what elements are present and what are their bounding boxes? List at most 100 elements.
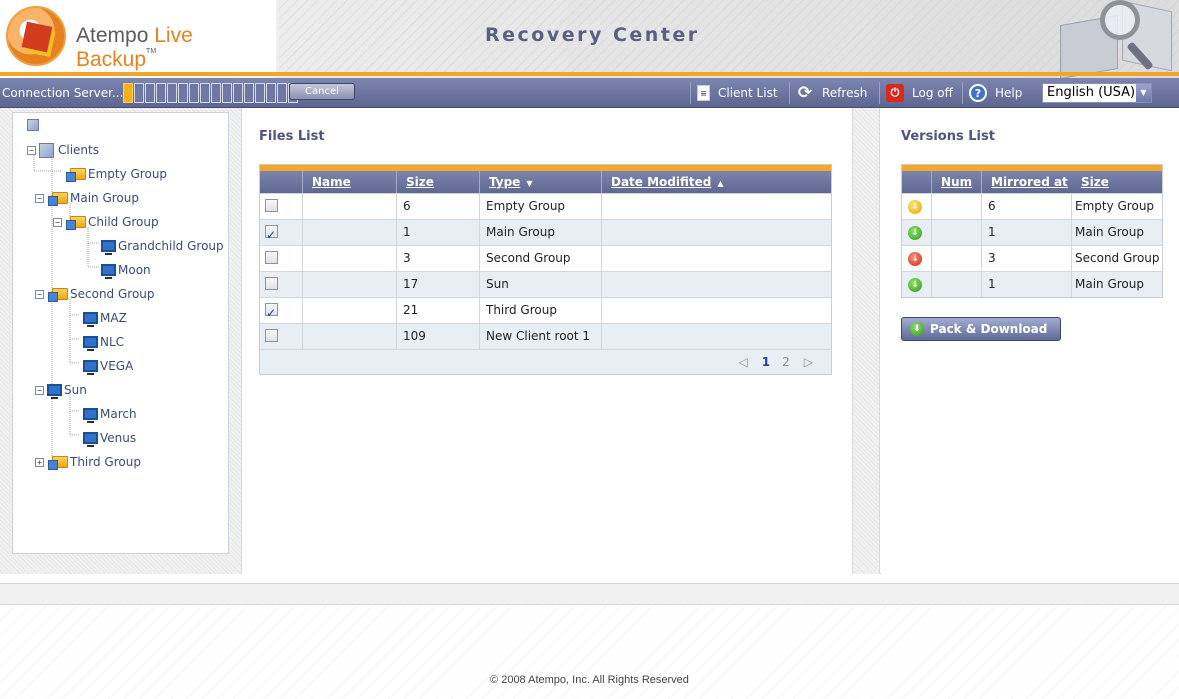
connection-status-label: Connection Server... [2,86,124,100]
tree-node-label: Child Group [88,215,159,229]
column-header-size[interactable]: Size [397,171,480,193]
tree-node-clients[interactable]: − Clients [27,142,99,158]
cancel-button[interactable]: Cancel [289,83,355,100]
progress-segment [266,83,276,103]
expand-icon[interactable]: + [35,457,44,467]
cell-name [303,298,397,323]
row-checkbox[interactable] [265,251,278,264]
table-row[interactable]: 109 New Client root 1 [260,323,831,349]
cell-type: Second Group [480,246,602,271]
client-list-label: Client List [718,86,778,100]
group-folder-icon [48,456,68,470]
client-list-button[interactable]: ≡ Client List [690,82,778,104]
collapse-icon[interactable]: − [35,193,44,203]
column-header-name[interactable]: Name [303,171,397,193]
tree-node-vega[interactable]: VEGA [71,358,133,375]
pane-splitter[interactable] [229,108,241,574]
cell-date [602,324,831,349]
table-row[interactable]: ↓ 1 Main Group [902,271,1162,297]
table-row[interactable]: 6 Empty Group [260,193,831,219]
files-table-body: 6Empty Group1Main Group3Second Group17Su… [260,193,831,349]
tree-node-second-group[interactable]: − Second Group [35,286,155,302]
group-folder-icon [66,168,86,182]
collapse-icon[interactable]: − [35,385,44,395]
progress-segment [277,83,287,103]
pane-splitter-right[interactable] [852,108,880,574]
language-select[interactable]: English (USA) ▼ [1042,83,1152,103]
cell-mirrored-at: 1 [982,220,1072,245]
tree-node-venus[interactable]: Venus [71,430,136,447]
table-row[interactable]: ↓ 3 Second Group [902,245,1162,271]
status-cell: ↓ [902,220,932,245]
table-row[interactable]: 17 Sun [260,271,831,297]
sort-asc-icon: ▲ [717,179,724,188]
tree-node-march[interactable]: March [71,406,137,423]
row-checkbox[interactable] [265,301,278,323]
pack-download-label: Pack & Download [930,322,1048,336]
progress-segment [244,83,254,103]
cell-size: Second Group [1075,251,1160,265]
cell-size: Main Group [1075,277,1144,291]
tree-node-label: Grandchild Group [118,239,224,253]
row-checkbox[interactable] [265,329,278,342]
tree-node-third-group[interactable]: + Third Group [35,454,141,470]
cell-type: Sun [480,272,602,297]
logoff-button[interactable]: ⏻ Log off [879,82,953,104]
tree-node-sun[interactable]: − Sun [35,382,87,399]
client-computer-icon [101,264,116,279]
table-row[interactable]: 21Third Group [260,297,831,323]
column-header-size[interactable]: Size [1072,171,1162,193]
cell-size: 1 [397,220,480,245]
column-header-mirrored-at[interactable]: Mirrored at [982,171,1072,193]
prev-page-icon[interactable]: ◁ [739,355,748,369]
select-cell [260,220,303,245]
row-checkbox[interactable] [265,199,278,212]
row-checkbox[interactable] [265,277,278,290]
table-row[interactable]: ↓ 1 Main Group [902,219,1162,245]
versions-list-title: Versions List [901,129,995,144]
chevron-down-icon: ▼ [1136,84,1151,102]
tree-node-empty-group[interactable]: Empty Group [53,166,167,182]
tree-node-grandchild-group[interactable]: Grandchild Group [89,238,224,255]
tree-root-icon[interactable] [27,117,43,133]
pack-download-button[interactable]: ⬇ Pack & Download [901,317,1061,341]
logo-area: Atempo Live BackupTM [0,0,276,74]
status-bar [0,583,1179,605]
server-icon [27,119,39,131]
collapse-icon[interactable]: − [35,289,44,299]
page-link-1[interactable]: 1 [762,355,770,369]
column-header-type[interactable]: Type ▼ [480,171,602,193]
tree-node-label: Clients [58,143,99,157]
page-link-2[interactable]: 2 [782,355,790,369]
status-cell: ↓ [902,272,932,297]
cell-num [932,272,982,297]
brand-trademark: TM [146,48,157,55]
magnifier-document-icon [1058,0,1178,78]
progress-segment [222,83,232,103]
column-header-date[interactable]: Date Modifited ▲ [602,171,831,193]
next-page-icon[interactable]: ▷ [804,355,813,369]
tree-node-child-group[interactable]: − Child Group [53,214,159,230]
tree-node-nlc[interactable]: NLC [71,334,124,351]
cell-date [602,272,831,297]
tree-node-label: Main Group [70,191,139,205]
refresh-button[interactable]: ⟳ Refresh [789,82,867,104]
help-button[interactable]: ? Help [962,82,1022,104]
column-header-num[interactable]: Num [932,171,982,193]
table-row[interactable]: 1Main Group [260,219,831,245]
green-status-icon: ↓ [908,277,922,292]
progress-segment [255,83,265,103]
tree-node-main-group[interactable]: − Main Group [35,190,139,206]
tree-node-label: Second Group [70,287,155,301]
cell-size: 17 [397,272,480,297]
row-checkbox[interactable] [265,223,278,245]
select-cell [260,324,303,349]
group-folder-icon [48,288,68,302]
tree-node-moon[interactable]: Moon [89,262,151,279]
table-row[interactable]: 3 Second Group [260,245,831,271]
collapse-icon[interactable]: − [53,217,62,227]
tree-node-label: Sun [64,383,87,397]
collapse-icon[interactable]: − [27,145,36,155]
tree-node-maz[interactable]: MAZ [71,310,127,327]
table-row[interactable]: ↓ 6 Empty Group [902,193,1162,219]
